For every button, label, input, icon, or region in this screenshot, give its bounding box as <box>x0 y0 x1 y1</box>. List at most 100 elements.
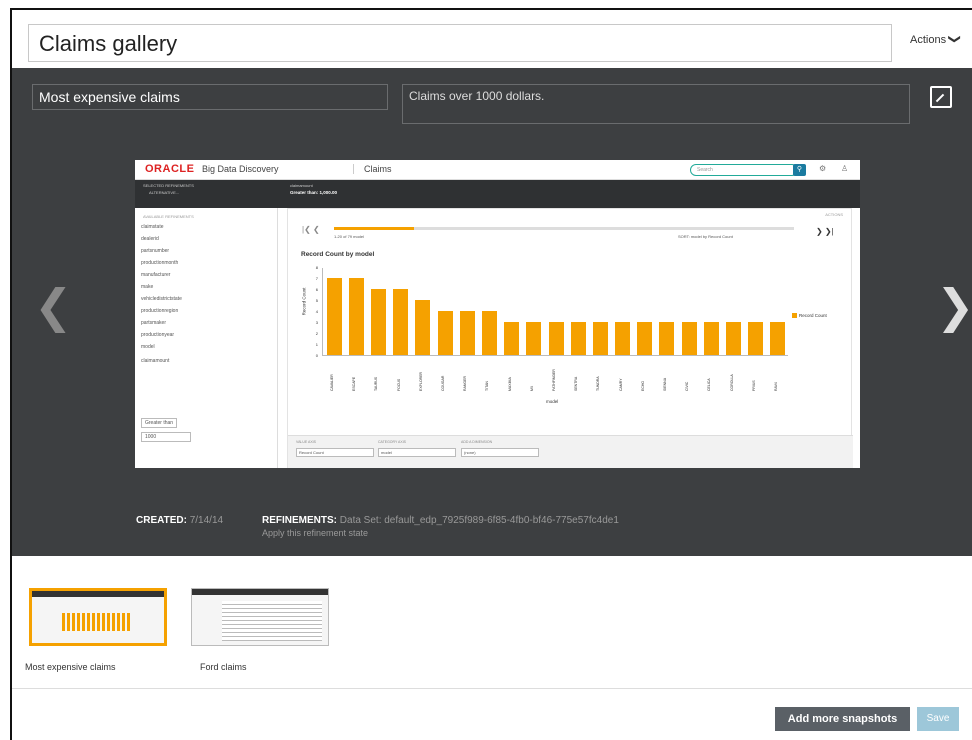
snapshot-thumbnail[interactable] <box>191 588 329 646</box>
x-tick-label: RANGER <box>463 376 468 391</box>
x-tick-label: COUGAR <box>441 375 446 391</box>
actions-label: Actions <box>910 34 947 46</box>
header: Claims gallery Actions ❯ <box>12 10 972 68</box>
gear-icon: ⚙ <box>819 164 827 173</box>
save-button[interactable]: Save <box>917 707 959 731</box>
pager-label: 1-20 of 79 model <box>334 234 365 239</box>
add-snapshots-button[interactable]: Add more snapshots <box>775 707 910 731</box>
y-tick-label: 3 <box>315 320 318 325</box>
embedded-header: ORACLE Big Data Discovery Claims Search … <box>135 160 860 180</box>
footer: Add more snapshots Save <box>12 688 972 740</box>
refinement-item: productionyear <box>141 332 175 338</box>
x-tick-label: COROLLA <box>729 374 734 391</box>
selected-refinement: ALTERNATIVE... <box>149 190 180 195</box>
y-tick-label: 5 <box>315 298 318 303</box>
x-tick-label: TITAN <box>485 381 490 391</box>
x-tick-label: SENTRA <box>574 376 579 391</box>
chart-bar <box>726 322 742 355</box>
y-axis-label: Record Count <box>301 287 307 316</box>
x-tick-label: PRIUS <box>751 380 756 391</box>
available-refinements-label: AVAILABLE REFINEMENTS <box>143 214 194 219</box>
refinement-item: model <box>141 344 155 350</box>
thumbnail-header <box>192 589 328 595</box>
bar-plot <box>322 268 788 356</box>
refinement-item: productionmonth <box>141 260 179 266</box>
apply-refinement-link[interactable]: Apply this refinement state <box>262 528 368 538</box>
chart-bar <box>348 278 364 355</box>
available-refinements-panel: AVAILABLE REFINEMENTS claimstate dealeri… <box>135 208 278 468</box>
x-tick-label: CAMRY <box>618 378 623 391</box>
chart-bar <box>481 311 497 355</box>
refinement-item: make <box>141 284 154 290</box>
snapshot-thumbnail-label[interactable]: Ford claims <box>200 662 247 672</box>
legend-swatch <box>792 313 797 319</box>
expand-icon[interactable] <box>930 86 952 108</box>
x-tick-label: SIENNA <box>662 377 667 391</box>
chart-bar <box>415 300 431 355</box>
y-tick-label: 6 <box>315 287 318 292</box>
refinement-bar: SELECTED REFINEMENTS ALTERNATIVE... clai… <box>135 180 860 208</box>
claim-amount-value: Greater than: 1,000.00 <box>290 190 338 195</box>
value-axis-label: VALUE AXIS <box>296 440 316 444</box>
x-axis-label: model <box>546 399 559 404</box>
next-arrow-icon[interactable]: ❯ <box>936 283 972 329</box>
pager-track <box>334 227 794 230</box>
first-page-icon: |❮ ❮ <box>302 225 320 234</box>
sort-label: SORT: model by Record Count <box>678 234 733 239</box>
chart-actions-label: ACTIONS <box>825 212 843 217</box>
thumbnail-table <box>222 601 322 641</box>
y-tick-label: 8 <box>315 265 318 270</box>
chart-title: Record Count by model <box>301 251 375 258</box>
embedded-tab: Claims <box>353 164 392 174</box>
x-tick-label: PATHFINDER <box>552 369 556 391</box>
created-info: CREATED: 7/14/14 <box>136 515 223 526</box>
thumbnail-bars <box>62 613 132 631</box>
x-tick-label: MX <box>529 385 534 391</box>
dimension-select: (none) <box>461 448 539 457</box>
refinement-item: dealerid <box>141 236 159 242</box>
chart-legend: Record Count <box>792 313 827 319</box>
y-tick-label: 1 <box>315 342 318 347</box>
chart-bar <box>326 278 342 355</box>
refinement-item: productionregion <box>141 308 179 314</box>
x-tick-label: ESCAPE <box>352 376 357 391</box>
chart-bar <box>459 311 475 355</box>
claims-gallery-page: Claims gallery Actions ❯ Most expensive c… <box>10 8 972 740</box>
snapshot-title-input[interactable]: Most expensive claims <box>32 84 388 110</box>
x-tick-label: TAURUS <box>374 376 379 391</box>
chart-bar <box>637 322 653 355</box>
x-tick-label: MAXIMA <box>507 377 512 391</box>
refinement-item: partsmaker <box>141 320 167 326</box>
chart-bar <box>748 322 764 355</box>
snapshot-thumbnail[interactable] <box>29 588 167 646</box>
search-icon: ⚲ <box>793 164 806 176</box>
x-tick-label: RAV4 <box>773 382 778 391</box>
chart-bar <box>437 311 453 355</box>
y-tick-label: 2 <box>315 331 318 336</box>
chart-bar <box>770 322 786 355</box>
snapshot-viewer: Most expensive claims Claims over 1000 d… <box>12 68 972 556</box>
refinements-label: REFINEMENTS: <box>262 515 337 526</box>
pager-fill <box>334 227 414 230</box>
y-tick-label: 4 <box>315 309 318 314</box>
legend-label: Record Count <box>799 313 827 318</box>
refinement-item: claimamount <box>141 358 170 364</box>
chart-bar <box>659 322 675 355</box>
previous-arrow-icon[interactable]: ❮ <box>34 283 73 329</box>
chart-bar <box>370 289 386 355</box>
snapshot-thumbnail-label[interactable]: Most expensive claims <box>25 662 116 672</box>
x-tick-label: CELICA <box>707 378 712 391</box>
actions-menu[interactable]: Actions ❯ <box>910 32 962 46</box>
chart-bar <box>548 322 564 355</box>
chart-bar <box>592 322 608 355</box>
created-date: 7/14/14 <box>189 515 224 526</box>
refinements-value: Data Set: default_edp_7925f989-6f85-4fb0… <box>339 515 619 526</box>
refinement-item: claimstate <box>141 224 164 230</box>
dimension-label: ADD A DIMENSION <box>461 440 493 444</box>
snapshot-description-input[interactable]: Claims over 1000 dollars. <box>402 84 910 124</box>
chart-bar <box>504 322 520 355</box>
chart-bar <box>393 289 409 355</box>
category-axis-label: CATEGORY AXIS <box>378 440 407 444</box>
x-tick-label: FOCUS <box>396 378 401 391</box>
gallery-title-input[interactable]: Claims gallery <box>28 24 892 62</box>
